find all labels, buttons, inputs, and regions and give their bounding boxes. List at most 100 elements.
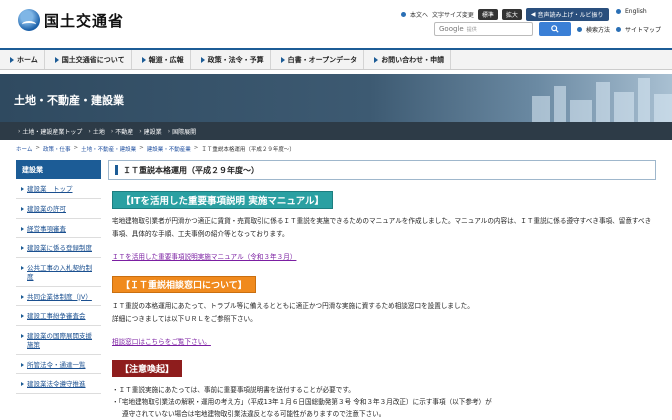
bullet-icon <box>616 26 622 32</box>
bullet-icon <box>401 12 406 17</box>
arrow-right-icon <box>21 362 24 367</box>
sidebar-item-label: 建設業 トップ <box>27 185 73 193</box>
site-logo[interactable]: 国土交通省 <box>18 9 124 31</box>
subnav-label: 土地 <box>92 128 105 136</box>
breadcrumb-separator: > <box>35 145 40 151</box>
breadcrumb-construction[interactable]: 建設業・不動産業 <box>147 145 191 153</box>
sidebar-item-compliance[interactable]: 建設業法令遵守推進 <box>16 374 101 395</box>
section-text-consultation: ＩＴ重説の本格運用にあたって、トラブル等に備えるとともに適正かつ円滑な実施に資す… <box>112 300 652 326</box>
search-input[interactable]: Google 提供 <box>434 22 533 36</box>
gnav-contact[interactable]: お問い合わせ・申請 <box>364 50 452 69</box>
subnav-top[interactable]: › 土地・建設産業トップ <box>18 127 82 136</box>
arrow-right-icon <box>280 56 285 63</box>
subnav-label: 建設業 <box>143 128 162 136</box>
arrow-right-icon <box>21 226 24 231</box>
sidebar-item-dispute[interactable]: 建設工事紛争審査会 <box>16 306 101 327</box>
sidebar-item-label: 建設業に係る登録制度 <box>27 244 92 253</box>
font-size-large-button[interactable]: 拡大 <box>501 9 522 20</box>
subnav-label: 土地・建設産業トップ <box>22 128 83 136</box>
category-banner: 土地・不動産・建設業 <box>0 74 672 122</box>
caution-list: ・ＩＴ重説実施にあたっては、事前に重要事項説明書を送付することが必要です。 ・「… <box>112 384 652 420</box>
gnav-press[interactable]: 報道・広報 <box>132 50 191 69</box>
section-heading-caution: 【注意喚起】 <box>112 360 183 377</box>
arrow-right-icon <box>21 266 24 271</box>
sidebar-item-laws[interactable]: 所管法令・通達一覧 <box>16 354 101 375</box>
audio-ruby-label: 音声読み上げ・ルビ振り <box>537 12 604 19</box>
mlit-emblem-icon <box>18 9 40 31</box>
page-title-text: ＩＴ重説本格運用（平成２９年度〜） <box>123 165 259 175</box>
sidebar-item-label: 所管法令・通達一覧 <box>27 360 86 369</box>
sidebar-item-review[interactable]: 経営事項審査 <box>16 218 101 239</box>
site-name: 国土交通省 <box>44 11 125 30</box>
arrow-right-icon <box>21 314 24 319</box>
subnav-land[interactable]: › 土地 <box>88 127 104 136</box>
gnav-home[interactable]: ホーム <box>0 50 45 69</box>
subnav-realestate[interactable]: › 不動産 <box>111 127 133 136</box>
english-link[interactable]: English <box>616 8 647 15</box>
manual-link[interactable]: ＩＴを活用した重要事項説明実施マニュアル（令和３年３月） <box>112 251 296 261</box>
gnav-label: 白書・オープンデータ <box>287 55 358 64</box>
sidebar-item-label: 建設業の許可 <box>27 204 66 213</box>
arrow-right-icon: › <box>167 127 171 135</box>
section-heading-manual: 【ITを活用した重要事項説明 実施マニュアル】 <box>112 191 334 209</box>
search-placeholder: 提供 <box>466 26 477 33</box>
sidebar-item-jv[interactable]: 共同企業体制度（JV） <box>16 286 101 307</box>
sidebar-item-top[interactable]: 建設業 トップ <box>16 179 101 199</box>
gnav-label: 国土交通省について <box>61 55 125 64</box>
consultation-link[interactable]: 相談窓口はこちらをご覧下さい。 <box>112 336 211 346</box>
arrow-right-icon <box>21 206 24 211</box>
sidebar-item-bidding[interactable]: 公共工事の入札契約制度 <box>16 258 101 287</box>
list-item: ・「宅地建物取引業法の解釈・運用の考え方」（平成13年１月６日国総動発第３号 令… <box>112 398 492 406</box>
section-heading-consultation: 【ＩＴ重説相談窓口について】 <box>112 276 256 293</box>
arrow-right-icon: › <box>110 127 114 135</box>
sidebar-item-label: 建設工事紛争審査会 <box>27 312 86 321</box>
arrow-right-icon <box>141 56 146 63</box>
sitemap-link[interactable]: サイトマップ <box>616 25 661 34</box>
breadcrumb-policy[interactable]: 政策・仕事 <box>43 145 71 153</box>
bullet-icon <box>577 26 582 32</box>
breadcrumb-current: ＩＴ重説本格運用（平成２９年度〜） <box>201 147 295 153</box>
sidebar-heading[interactable]: 建設業 <box>16 160 101 179</box>
gnav-policy[interactable]: 政策・法令・予算 <box>191 50 271 69</box>
consultation-text-line: ＩＴ重説の本格運用にあたって、トラブル等に備えるとともに適正かつ円滑な実施に資す… <box>112 302 474 310</box>
utility-bar: 本文へ 文字サイズ変更 標準 拡大 ◀ 音声読み上げ・ルビ振り <box>401 8 609 21</box>
arrow-right-icon <box>21 334 24 339</box>
subnav-construction[interactable]: › 建設業 <box>139 127 161 136</box>
search-method-label: 検索方法 <box>586 26 611 34</box>
skip-to-main-label: 本文へ <box>410 12 429 19</box>
sidebar-item-international[interactable]: 建設業の国際展開支援施策 <box>16 326 101 355</box>
arrow-right-icon: › <box>139 127 142 135</box>
audio-ruby-button[interactable]: ◀ 音声読み上げ・ルビ振り <box>525 8 609 21</box>
font-size-standard-button[interactable]: 標準 <box>477 9 498 20</box>
sub-nav: › 土地・建設産業トップ › 土地 › 不動産 › 建設業 › 国際展開 <box>0 122 672 140</box>
main-content: ＩＴ重説本格運用（平成２９年度〜） 【ITを活用した重要事項説明 実施マニュアル… <box>108 160 656 420</box>
sidebar-item-label: 公共工事の入札契約制度 <box>27 264 92 281</box>
breadcrumb-home[interactable]: ホーム <box>16 145 32 153</box>
subnav-international[interactable]: › 国際展開 <box>168 127 196 136</box>
list-item: ・ＩＴ重説実施にあたっては、事前に重要事項説明書を送付することが必要です。 <box>112 386 355 394</box>
search-method-link[interactable]: 検索方法 <box>577 25 610 34</box>
gnav-whitepaper[interactable]: 白書・オープンデータ <box>271 50 365 69</box>
gnav-label: 政策・法令・予算 <box>207 55 264 64</box>
gnav-about[interactable]: 国土交通省について <box>45 50 132 69</box>
gnav-label: お問い合わせ・申請 <box>381 55 445 64</box>
arrow-right-icon <box>21 187 24 191</box>
sidebar-item-registration[interactable]: 建設業に係る登録制度 <box>16 238 101 259</box>
sidebar-item-label: 建設業の国際展開支援施策 <box>27 332 92 349</box>
skip-to-main-link[interactable]: 本文へ <box>401 10 428 19</box>
gnav-label: 報道・広報 <box>148 55 184 64</box>
breadcrumb-separator: > <box>73 145 79 151</box>
arrow-right-icon <box>21 382 24 387</box>
arrow-right-icon <box>374 56 379 63</box>
search-area: Google 提供 検索方法 サイトマップ <box>434 22 661 36</box>
page-title: ＩＴ重説本格運用（平成２９年度〜） <box>108 160 656 180</box>
global-nav: ホーム 国土交通省について 報道・広報 政策・法令・予算 白書・オープンデータ … <box>0 48 672 70</box>
breadcrumb-land[interactable]: 土地・不動産・建設業 <box>81 145 136 153</box>
sidebar-item-label: 経営事項審査 <box>27 224 66 233</box>
search-icon <box>551 25 559 33</box>
search-button[interactable] <box>539 22 571 36</box>
sidebar-item-license[interactable]: 建設業の許可 <box>16 198 101 219</box>
breadcrumb: ホーム > 政策・仕事 > 土地・不動産・建設業 > 建設業・不動産業 > ＩＴ重説本格… <box>16 145 295 153</box>
title-accent-bar <box>115 165 118 175</box>
arrow-right-icon <box>21 246 24 251</box>
